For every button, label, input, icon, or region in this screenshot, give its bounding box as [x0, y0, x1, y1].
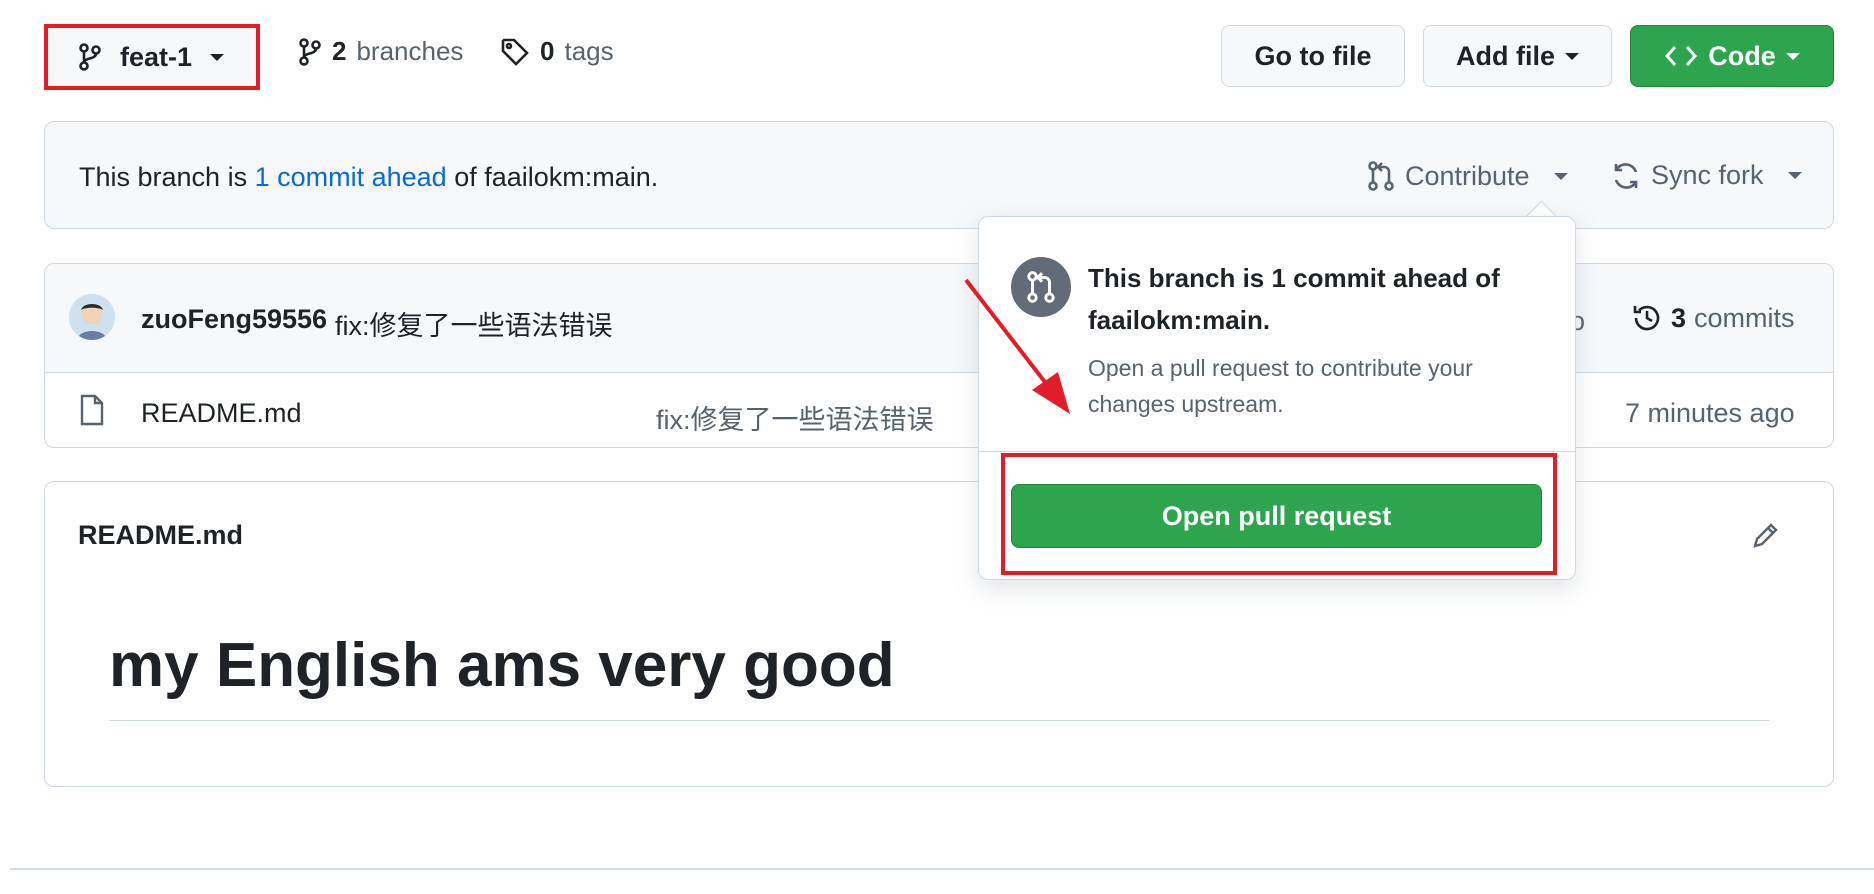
pull-request-icon [1367, 160, 1395, 192]
branch-selector[interactable]: feat-1 [44, 24, 260, 90]
commit-message[interactable]: fix:修复了一些语法错误 [335, 304, 613, 343]
sync-fork-label: Sync fork [1651, 160, 1764, 190]
sync-icon [1611, 161, 1641, 191]
chevron-down-icon [210, 53, 225, 61]
divider [10, 868, 1874, 870]
file-name[interactable]: README.md [141, 398, 302, 429]
commits-count: 3 [1671, 302, 1687, 333]
popover-description: Open a pull request to contribute your c… [1088, 355, 1473, 417]
annotation-arrow-icon [950, 268, 1080, 418]
chevron-down-icon [1785, 52, 1800, 60]
sync-fork-button[interactable]: Sync fork [1611, 160, 1802, 191]
code-label: Code [1708, 40, 1776, 71]
fork-status-text: This branch is 1 commit ahead of faailok… [79, 162, 658, 193]
commits-ahead-link[interactable]: 1 commit ahead [255, 162, 447, 192]
readme-heading: my English ams very good [109, 631, 895, 700]
tags-count: 0 [540, 36, 555, 66]
file-icon [79, 394, 105, 426]
branch-name: feat-1 [120, 41, 193, 72]
fork-status-prefix: This branch is [79, 162, 255, 192]
divider [979, 451, 1575, 452]
fork-status-bar: This branch is 1 commit ahead of faailok… [44, 121, 1834, 229]
code-icon [1664, 43, 1698, 69]
commits-history-link[interactable]: 3 commits [1631, 302, 1795, 334]
git-branch-icon [78, 42, 102, 72]
divider [109, 720, 1769, 721]
branches-count: 2 [332, 36, 347, 66]
pencil-icon[interactable] [1751, 520, 1781, 550]
commit-author[interactable]: zuoFeng59556 [141, 304, 327, 335]
branches-link[interactable]: 2 branches [298, 36, 463, 67]
code-button[interactable]: Code [1630, 25, 1834, 87]
avatar[interactable] [69, 294, 115, 340]
history-icon [1631, 302, 1663, 334]
add-file-label: Add file [1456, 40, 1555, 71]
commits-label: commits [1694, 302, 1795, 333]
go-to-file-label: Go to file [1254, 40, 1372, 71]
file-commit-message[interactable]: fix:修复了一些语法错误 [656, 398, 934, 437]
add-file-button[interactable]: Add file [1423, 25, 1612, 87]
branches-label: branches [356, 36, 464, 66]
tags-label: tags [564, 36, 614, 66]
go-to-file-button[interactable]: Go to file [1221, 25, 1405, 87]
popover-title: This branch is 1 commit ahead of faailok… [1088, 263, 1500, 335]
readme-title[interactable]: README.md [78, 520, 243, 551]
contribute-button[interactable]: Contribute [1367, 160, 1568, 192]
chevron-down-icon [1553, 172, 1568, 180]
chevron-down-icon [1565, 52, 1579, 60]
open-pull-request-button[interactable]: Open pull request [1011, 484, 1542, 548]
tag-icon [500, 37, 530, 67]
tags-link[interactable]: 0 tags [500, 36, 614, 67]
git-branch-icon [298, 37, 322, 67]
file-time: 7 minutes ago [1625, 398, 1795, 428]
fork-status-suffix: of faailokm:main. [446, 162, 659, 192]
chevron-down-icon [1787, 172, 1802, 179]
contribute-label: Contribute [1405, 160, 1530, 191]
